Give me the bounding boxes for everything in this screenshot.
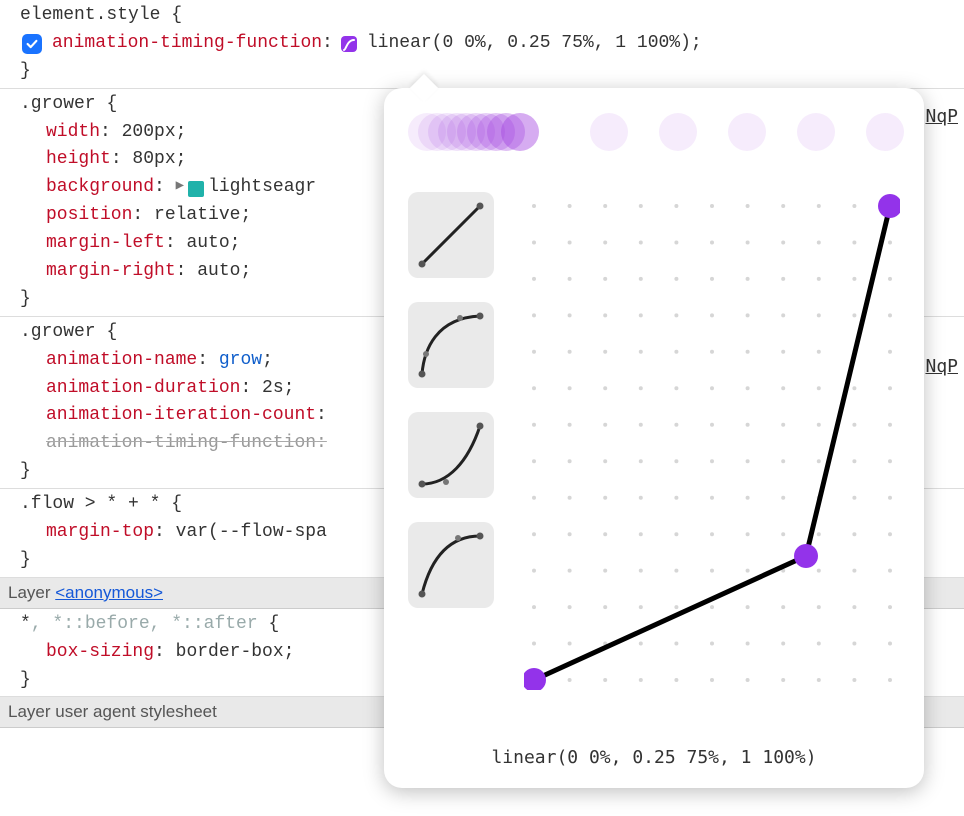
preview-dot bbox=[797, 113, 835, 151]
property-value[interactable]: grow bbox=[219, 350, 262, 370]
animation-preview bbox=[408, 110, 900, 158]
source-link[interactable]: NqP bbox=[925, 106, 958, 127]
property-name[interactable]: margin-right bbox=[46, 261, 176, 281]
property-value[interactable]: border-box; bbox=[176, 642, 295, 662]
selector[interactable]: .grower bbox=[20, 322, 96, 342]
property-name[interactable]: animation-duration bbox=[46, 378, 240, 398]
selector: element.style bbox=[20, 5, 160, 25]
close-brace: } bbox=[20, 61, 31, 81]
property-name[interactable]: position bbox=[46, 205, 132, 225]
property-checkbox[interactable] bbox=[22, 34, 42, 54]
curve-point[interactable] bbox=[524, 668, 546, 690]
property-value[interactable]: lightseagr bbox=[208, 177, 316, 197]
preview-dot bbox=[728, 113, 766, 151]
property-name[interactable]: box-sizing bbox=[46, 642, 154, 662]
property-value[interactable]: auto; bbox=[197, 261, 251, 281]
property-name[interactable]: animation-timing-function bbox=[52, 33, 322, 53]
expand-icon[interactable]: ▶ bbox=[176, 176, 184, 198]
anonymous-link[interactable]: <anonymous> bbox=[55, 583, 163, 602]
easing-value-text: linear(0 0%, 0.25 75%, 1 100%) bbox=[384, 747, 924, 768]
selector[interactable]: .flow > * + * bbox=[20, 494, 160, 514]
preview-dot bbox=[659, 113, 697, 151]
selector[interactable]: *, *::before, *::after bbox=[20, 614, 258, 634]
property-name[interactable]: margin-left bbox=[46, 233, 165, 253]
property-value[interactable]: var(--flow-spa bbox=[176, 522, 327, 542]
color-swatch-icon[interactable] bbox=[188, 181, 204, 197]
preset-ease-in[interactable] bbox=[408, 412, 494, 498]
property-value[interactable]: auto; bbox=[186, 233, 240, 253]
curve-point[interactable] bbox=[794, 544, 818, 568]
preview-dot bbox=[501, 113, 539, 151]
property-name-overridden[interactable]: animation-timing-function bbox=[46, 433, 316, 453]
property-name[interactable]: width bbox=[46, 122, 100, 142]
property-name[interactable]: animation-name bbox=[46, 350, 197, 370]
property-name[interactable]: margin-top bbox=[46, 522, 154, 542]
easing-presets bbox=[408, 192, 494, 608]
easing-curve-editor[interactable] bbox=[524, 192, 900, 690]
curve-point[interactable] bbox=[878, 194, 900, 218]
property-value[interactable]: relative; bbox=[154, 205, 251, 225]
property-value[interactable]: 80px; bbox=[132, 149, 186, 169]
preset-ease[interactable] bbox=[408, 302, 494, 388]
easing-swatch-icon[interactable] bbox=[341, 36, 357, 52]
selector[interactable]: .grower bbox=[20, 94, 96, 114]
property-name[interactable]: animation-iteration-count bbox=[46, 405, 316, 425]
property-value[interactable]: 200px; bbox=[122, 122, 187, 142]
property-name[interactable]: height bbox=[46, 149, 111, 169]
open-brace: { bbox=[171, 5, 182, 25]
property-value[interactable]: 2s; bbox=[262, 378, 294, 398]
easing-editor-popover: linear(0 0%, 0.25 75%, 1 100%) bbox=[384, 88, 924, 788]
rule-element-style: element.style { animation-timing-functio… bbox=[0, 0, 964, 89]
source-link[interactable]: NqP bbox=[925, 356, 958, 377]
preview-dot bbox=[590, 113, 628, 151]
preset-ease-out[interactable] bbox=[408, 522, 494, 608]
preset-linear[interactable] bbox=[408, 192, 494, 278]
preview-dot bbox=[866, 113, 904, 151]
property-name[interactable]: background bbox=[46, 177, 154, 197]
property-value[interactable]: linear(0 0%, 0.25 75%, 1 100%); bbox=[367, 30, 702, 58]
